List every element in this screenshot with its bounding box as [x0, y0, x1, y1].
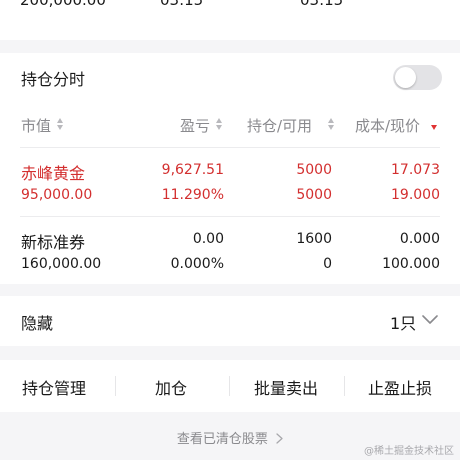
pnl-percent: 0.000%: [170, 256, 224, 272]
chevron-down-icon: [422, 315, 438, 324]
header-cost-price[interactable]: 成本/现价: [355, 115, 437, 136]
hidden-label: 隐藏: [21, 314, 54, 333]
stock-name: 新标准券: [21, 233, 86, 252]
position-timeline-row: 持仓分时: [0, 53, 460, 101]
hidden-holdings-row[interactable]: 隐藏 1只: [0, 296, 460, 346]
holding-row-1[interactable]: 赤峰黄金 95,000.00 9,627.51 11.290% 5000 500…: [0, 148, 460, 216]
position-actions-bar: 持仓管理 加仓 批量卖出 止盈止损: [0, 360, 460, 412]
holding-row-2[interactable]: 新标准券 160,000.00 0.00 0.000% 1600 0 0.000…: [0, 217, 460, 284]
summary-value-1: 200,000.00: [20, 0, 106, 9]
available-qty: 5000: [296, 187, 332, 203]
position-qty: 1600: [296, 231, 332, 247]
current-price: 100.000: [382, 256, 440, 272]
manage-positions-button[interactable]: 持仓管理: [22, 375, 86, 399]
header-pnl[interactable]: 盈亏: [180, 115, 222, 136]
position-timeline-label: 持仓分时: [21, 70, 86, 89]
pnl-percent: 11.290%: [161, 187, 224, 203]
watermark: @稀土掘金技术社区: [364, 446, 454, 457]
take-profit-stop-loss-button[interactable]: 止盈止损: [368, 375, 432, 399]
header-position-available[interactable]: 持仓/可用: [247, 115, 334, 136]
action-separator: [344, 376, 345, 396]
stock-name: 赤峰黄金: [21, 164, 86, 183]
action-separator: [229, 376, 230, 396]
market-value: 95,000.00: [21, 187, 93, 203]
hidden-count: 1只: [390, 314, 417, 333]
current-price: 19.000: [391, 187, 440, 203]
market-value: 160,000.00: [21, 256, 102, 272]
summary-value-3: 03:15: [300, 0, 344, 9]
chevron-right-icon: [276, 433, 283, 444]
available-qty: 0: [323, 256, 332, 272]
cost-price: 0.000: [399, 231, 440, 247]
account-summary-row: 200,000.00 03:15 03:15: [0, 0, 460, 40]
pnl-amount: 0.00: [192, 231, 224, 247]
holdings-table: 市值 盈亏 持仓/可用 成本/现价 赤峰黄金 95,000.00 9,627.5…: [0, 101, 460, 284]
header-market-value[interactable]: 市值: [21, 115, 63, 136]
position-timeline-toggle[interactable]: [393, 65, 442, 90]
add-position-button[interactable]: 加仓: [155, 375, 187, 399]
pnl-amount: 9,627.51: [161, 162, 224, 178]
cost-price: 17.073: [391, 162, 440, 178]
summary-value-2: 03:15: [160, 0, 204, 9]
toggle-knob: [395, 67, 416, 88]
batch-sell-button[interactable]: 批量卖出: [254, 375, 318, 399]
action-separator: [115, 376, 116, 396]
position-qty: 5000: [296, 162, 332, 178]
